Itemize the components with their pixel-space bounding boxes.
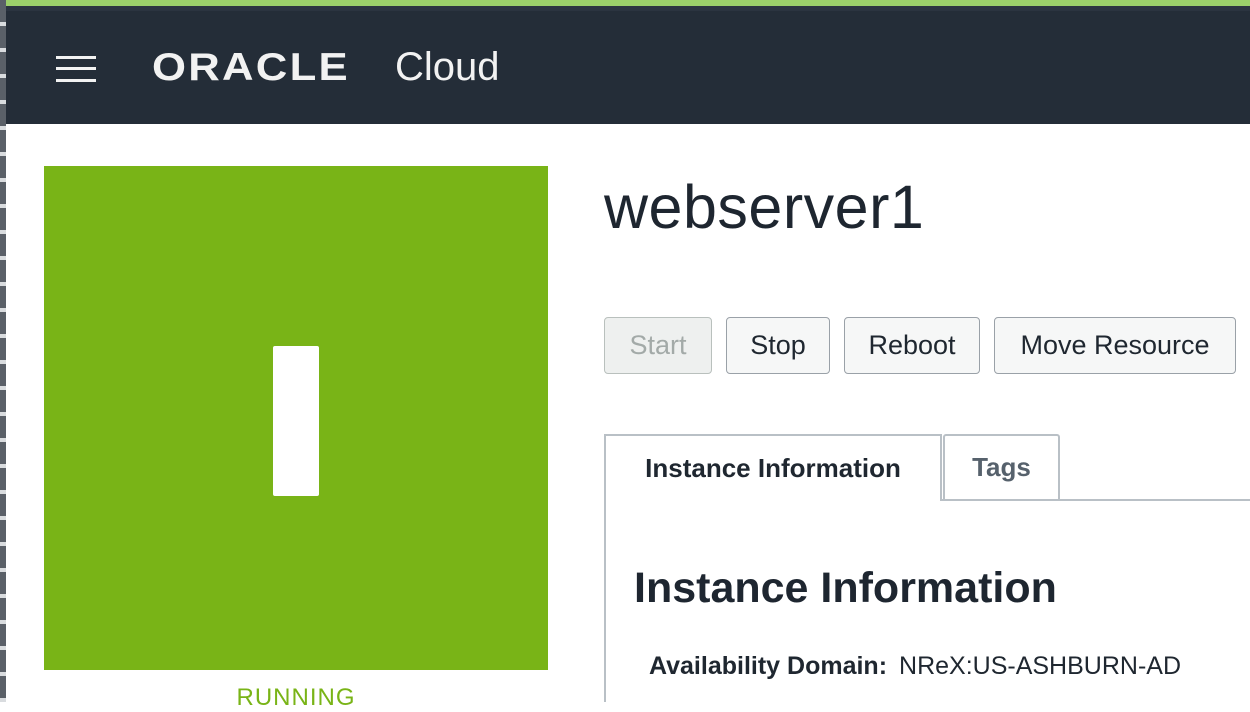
availability-domain-label: Availability Domain:: [649, 652, 888, 680]
move-resource-button[interactable]: Move Resource: [994, 317, 1236, 374]
hamburger-menu-icon[interactable]: [56, 54, 96, 84]
brand-oracle-text: ORACLE: [152, 46, 350, 89]
stop-button[interactable]: Stop: [726, 317, 830, 374]
availability-domain-row: Availability Domain: NReX:US-ASHBURN-AD: [649, 652, 1181, 681]
tab-instance-information[interactable]: Instance Information: [604, 434, 942, 501]
tab-tags[interactable]: Tags: [943, 434, 1060, 501]
top-accent-bar: [0, 0, 1250, 11]
instance-info-heading: Instance Information: [634, 564, 1057, 612]
app-header: ORACLE Cloud: [6, 11, 1250, 124]
instance-status-label: RUNNING: [236, 684, 356, 711]
reboot-button[interactable]: Reboot: [844, 317, 980, 374]
instance-name-title: webserver1: [604, 173, 925, 241]
oracle-cloud-logo[interactable]: ORACLE Cloud: [152, 45, 500, 91]
instance-status-tile: [44, 166, 548, 670]
start-button[interactable]: Start: [604, 317, 712, 374]
instance-letter-icon: [273, 346, 319, 496]
availability-domain-value: NReX:US-ASHBURN-AD: [899, 652, 1181, 680]
